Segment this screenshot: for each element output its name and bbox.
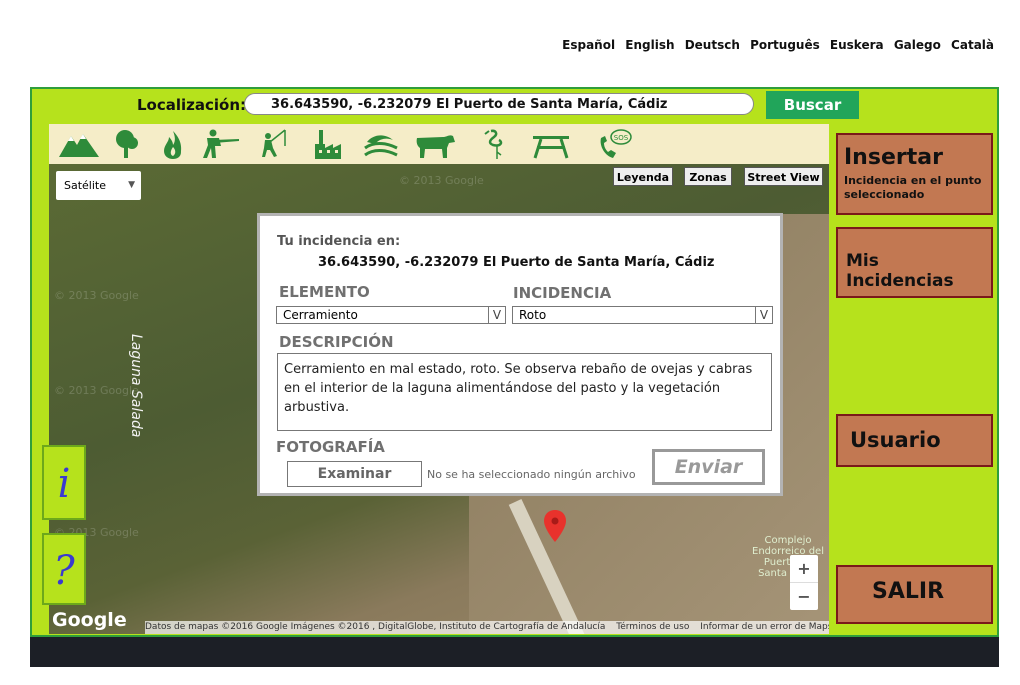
insert-subtitle: Incidencia en el punto seleccionado (844, 174, 982, 201)
google-logo: Google (52, 609, 127, 631)
terms-link[interactable]: Términos de uso (616, 622, 689, 632)
flamingo-icon[interactable] (473, 128, 517, 160)
location-label: Localización: (137, 96, 247, 114)
legend-button[interactable]: Leyenda (613, 167, 673, 186)
map-type-value: Satélite (64, 179, 106, 192)
cattle-icon[interactable] (413, 128, 457, 160)
factory-icon[interactable] (307, 128, 351, 160)
browse-button[interactable]: Examinar (287, 461, 422, 487)
element-select[interactable]: Cerramiento V (276, 306, 506, 324)
svg-text:SOS: SOS (614, 134, 629, 142)
my-incidents-label: Mis Incidencias (846, 251, 954, 291)
info-button[interactable]: i (42, 445, 86, 520)
fire-icon[interactable] (151, 128, 195, 160)
emergency-phone-icon[interactable]: SOS (593, 128, 637, 160)
chevron-down-icon: V (488, 307, 505, 323)
exit-label: SALIR (872, 579, 945, 604)
incident-label: INCIDENCIA (513, 284, 612, 302)
zoom-out-button[interactable]: − (790, 583, 818, 610)
chevron-down-icon: ▼ (128, 180, 135, 190)
language-selector: Español English Deutsch Português Eusker… (556, 38, 994, 52)
form-coords: 36.643590, -6.232079 El Puerto de Santa … (318, 255, 715, 270)
zoom-in-button[interactable]: + (790, 555, 818, 583)
user-label: Usuario (850, 428, 941, 452)
form-title: Tu incidencia en: (277, 234, 401, 249)
chevron-down-icon: V (755, 307, 772, 323)
map-marker-icon[interactable] (544, 510, 566, 542)
help-button[interactable]: ? (42, 533, 86, 605)
report-error-link[interactable]: Informar de un error de Maps (700, 622, 829, 632)
incident-form: Tu incidencia en: 36.643590, -6.232079 E… (257, 213, 783, 496)
lang-en[interactable]: English (625, 38, 674, 52)
map-attribution: Datos de mapas ©2016 Google Imágenes ©20… (145, 621, 829, 634)
category-toolbar: SOS (49, 124, 829, 165)
location-bar: Localización: 36.643590, -6.232079 El Pu… (32, 89, 862, 121)
fisherman-icon[interactable] (251, 128, 295, 160)
hunter-icon[interactable] (197, 128, 241, 160)
footer-bar (30, 637, 999, 667)
lang-ca[interactable]: Català (951, 38, 994, 52)
map-watermark: © 2013 Google (54, 289, 139, 302)
street-view-button[interactable]: Street View (744, 167, 823, 186)
description-textarea[interactable]: Cerramiento en mal estado, roto. Se obse… (277, 353, 772, 431)
no-file-text: No se ha seleccionado ningún archivo (427, 468, 636, 481)
picnic-table-icon[interactable] (529, 128, 573, 160)
zoom-control: + − (790, 555, 818, 610)
user-button[interactable]: Usuario (836, 414, 993, 467)
incident-select[interactable]: Roto V (512, 306, 773, 324)
my-incidents-button[interactable]: Mis Incidencias (836, 227, 993, 298)
submit-button[interactable]: Enviar (652, 449, 765, 485)
description-label: DESCRIPCIÓN (279, 333, 394, 351)
lang-eu[interactable]: Euskera (830, 38, 884, 52)
map-watermark: © 2013 Google (399, 174, 484, 187)
left-tools: i ? (42, 445, 86, 605)
photo-label: FOTOGRAFÍA (276, 438, 385, 456)
mountain-icon[interactable] (57, 128, 101, 160)
insert-button[interactable]: Insertar Incidencia en el punto seleccio… (836, 133, 993, 215)
zones-button[interactable]: Zonas (684, 167, 732, 186)
lang-gl[interactable]: Galego (894, 38, 941, 52)
lang-pt[interactable]: Português (750, 38, 820, 52)
map-type-select[interactable]: Satélite ▼ (56, 171, 141, 200)
search-button[interactable]: Buscar (766, 91, 859, 119)
exit-button[interactable]: SALIR (836, 565, 993, 624)
insert-title: Insertar (844, 145, 943, 170)
location-input[interactable]: 36.643590, -6.232079 El Puerto de Santa … (244, 93, 754, 115)
map-watermark: © 2013 Google (54, 384, 139, 397)
lang-de[interactable]: Deutsch (685, 38, 740, 52)
water-icon[interactable] (359, 128, 403, 160)
lang-es[interactable]: Español (562, 38, 615, 52)
tree-icon[interactable] (105, 128, 149, 160)
element-value: Cerramiento (283, 308, 358, 322)
element-label: ELEMENTO (279, 283, 370, 301)
attribution-text: Datos de mapas ©2016 Google Imágenes ©20… (145, 622, 606, 632)
incident-value: Roto (519, 308, 547, 322)
